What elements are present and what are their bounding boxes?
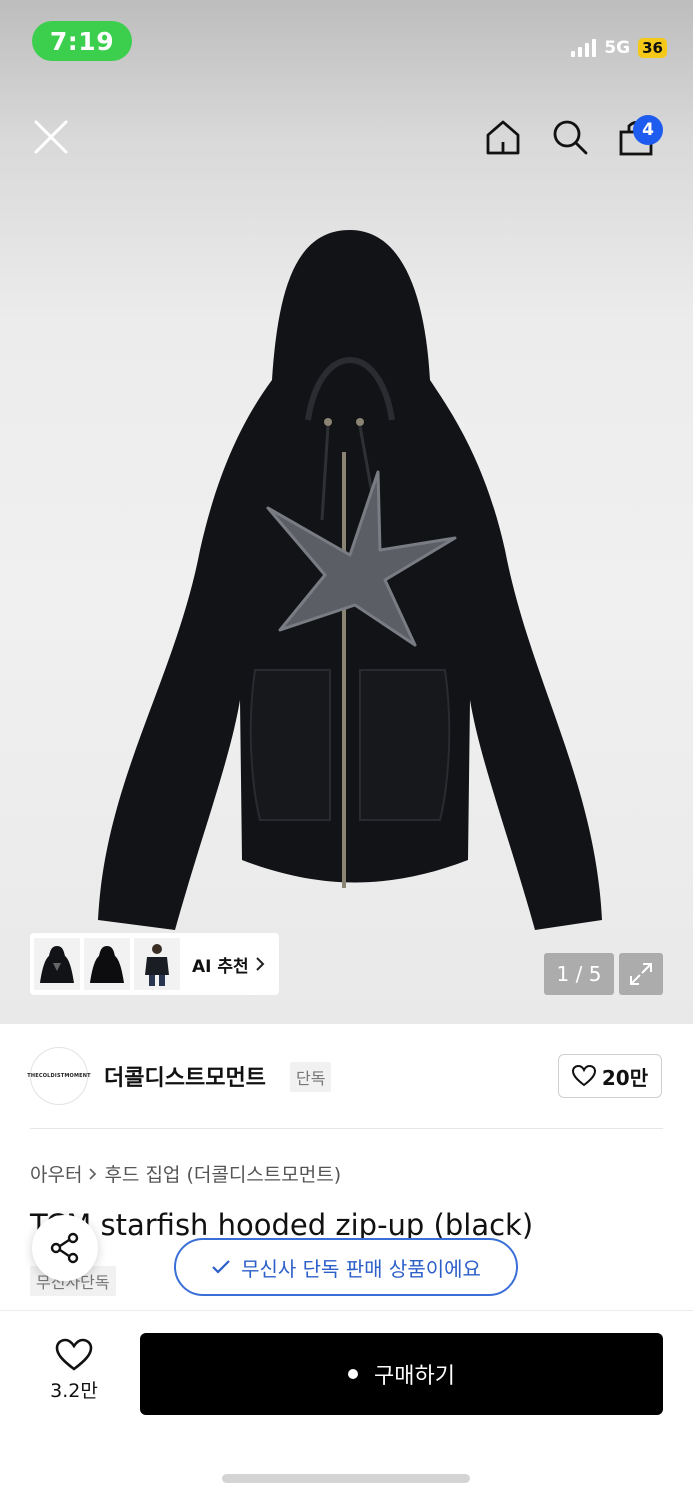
brand-name[interactable]: 더콜디스트모먼트 [104,1060,266,1092]
recommendation-thumbnails[interactable]: AI 추천 [30,933,279,995]
ai-recommend-link[interactable]: AI 추천 [192,952,265,977]
thumbnail-model[interactable] [134,938,180,990]
ai-recommend-label: AI 추천 [192,956,249,977]
image-counter: 1 / 5 [544,953,614,995]
buy-dot-icon [348,1369,359,1379]
product-hoodie-image [98,230,602,930]
breadcrumb-subcategory[interactable]: 후드 집업 (더콜디스트모먼트) [104,1160,341,1187]
home-icon[interactable] [484,118,522,156]
cart-count-badge: 4 [633,115,663,145]
expand-image-button[interactable] [619,953,663,995]
thumbnail-hoodie-back[interactable] [34,938,80,990]
check-icon [212,1260,230,1274]
search-icon[interactable] [551,118,589,156]
expand-icon [630,963,652,985]
network-type: 5G [604,38,631,58]
chevron-right-icon [255,957,265,971]
divider [30,1128,663,1129]
wishlist-button[interactable]: 3.2만 [40,1338,108,1403]
breadcrumb-category[interactable]: 아우터 [30,1160,82,1187]
brand-like-button[interactable]: 20만 [558,1054,662,1098]
heart-icon [571,1065,596,1087]
chevron-right-icon [89,1167,97,1180]
heart-icon [55,1338,93,1371]
exclusive-tag: 단독 [290,1062,332,1092]
status-indicators: 5G 36 [571,38,667,58]
buy-button-label: 구매하기 [374,1364,455,1389]
buy-button[interactable]: 구매하기 [140,1333,663,1415]
status-time: 7:19 [32,21,132,61]
brand-like-count: 20만 [601,1065,649,1090]
share-icon [50,1232,79,1264]
thumbnail-hoodie-black[interactable] [84,938,130,990]
brand-logo[interactable]: THECOLDISTMOMENT [27,1047,91,1105]
close-icon[interactable] [32,118,70,156]
exclusive-toast: 무신사 단독 판매 상품이에요 [174,1238,518,1296]
signal-icon [571,39,597,57]
toast-message: 무신사 단독 판매 상품이에요 [241,1256,481,1281]
breadcrumb: 아우터 후드 집업 (더콜디스트모먼트) [30,1160,341,1187]
product-title: TCM starfish hooded zip-up (black) [30,1208,534,1242]
home-indicator[interactable] [222,1474,470,1483]
wishlist-count: 3.2만 [50,1380,98,1402]
battery-level: 36 [638,38,667,58]
share-button[interactable] [32,1215,98,1281]
